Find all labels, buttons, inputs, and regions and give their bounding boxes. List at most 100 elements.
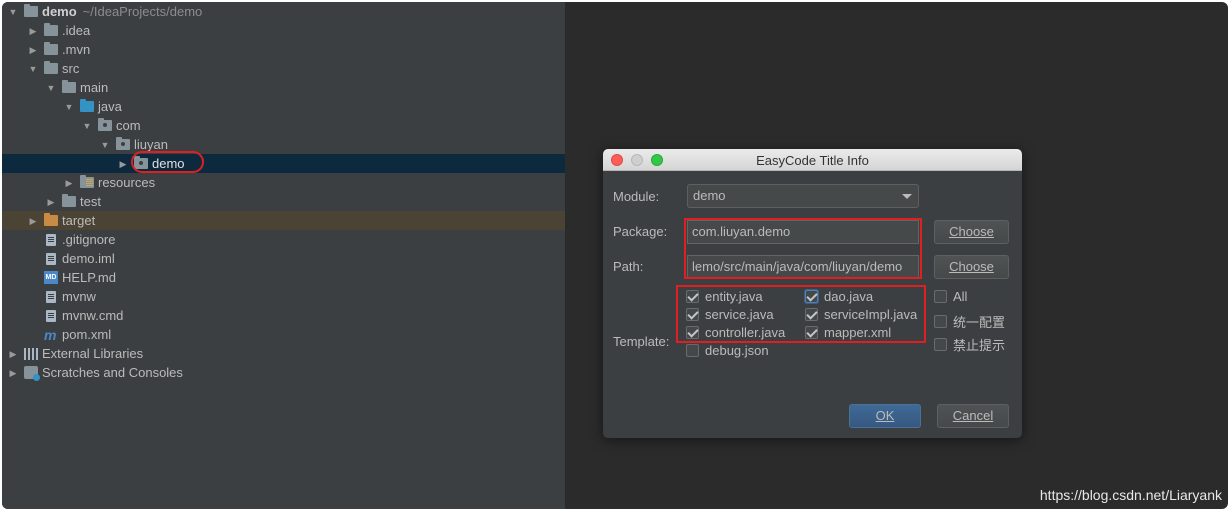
option-checkbox-unified-config[interactable]: 统一配置 xyxy=(934,312,1005,331)
ide-window: ▼ demo ~/IdeaProjects/demo ▶ .idea ▶ .mv… xyxy=(2,2,1228,509)
tree-row-demo-iml[interactable]: demo.iml xyxy=(2,249,565,268)
annotation-box-templates xyxy=(676,285,926,343)
tree-row-idea[interactable]: ▶ .idea xyxy=(2,21,565,40)
tree-row-external-libraries[interactable]: ▶ External Libraries xyxy=(2,344,565,363)
chevron-right-icon[interactable]: ▶ xyxy=(28,26,38,36)
checkbox-unchecked-icon xyxy=(934,338,947,351)
scratches-icon xyxy=(24,366,40,381)
source-folder-icon xyxy=(80,99,94,112)
tree-row-scratches[interactable]: ▶ Scratches and Consoles xyxy=(2,363,565,382)
tree-item-label: main xyxy=(80,80,109,95)
chevron-down-icon[interactable]: ▼ xyxy=(100,140,110,150)
option-checkbox-all[interactable]: All xyxy=(934,289,967,304)
chevron-down-icon[interactable]: ▼ xyxy=(46,83,56,93)
tree-row-mvnw[interactable]: mvnw xyxy=(2,287,565,306)
tree-item-label: liuyan xyxy=(134,137,168,152)
watermark-text: https://blog.csdn.net/Liaryank xyxy=(1039,487,1222,503)
chevron-right-icon[interactable]: ▶ xyxy=(8,368,18,378)
tree-item-label: mvnw.cmd xyxy=(62,308,124,323)
path-choose-button[interactable]: Choose xyxy=(934,255,1009,279)
checkbox-unchecked-icon xyxy=(686,344,699,357)
chevron-right-icon[interactable]: ▶ xyxy=(28,216,38,226)
tree-item-label: .idea xyxy=(62,23,91,38)
tree-row-resources[interactable]: ▶ resources xyxy=(2,173,565,192)
template-checkbox-label: debug.json xyxy=(705,343,769,358)
tree-row-target[interactable]: ▶ target xyxy=(2,211,565,230)
tree-item-label: src xyxy=(62,61,80,76)
package-label: Package: xyxy=(613,224,668,239)
chevron-down-icon[interactable]: ▼ xyxy=(82,121,92,131)
module-label: Module: xyxy=(613,189,660,204)
chevron-down-icon[interactable]: ▼ xyxy=(8,7,18,17)
excluded-folder-icon xyxy=(44,213,58,226)
path-label: Path: xyxy=(613,259,644,274)
tree-row-test[interactable]: ▶ test xyxy=(2,192,565,211)
template-checkbox-debug[interactable]: debug.json xyxy=(686,343,769,358)
tree-row-main[interactable]: ▼ main xyxy=(2,78,565,97)
tree-row-demo-package[interactable]: ▶ demo xyxy=(2,154,565,173)
chevron-right-icon[interactable]: ▶ xyxy=(64,178,74,188)
folder-icon xyxy=(62,80,76,93)
tree-item-label: pom.xml xyxy=(62,327,112,342)
tree-item-label: com xyxy=(116,118,141,133)
dialog-title: EasyCode Title Info xyxy=(756,153,869,168)
file-icon xyxy=(46,309,56,322)
folder-icon xyxy=(44,23,58,36)
template-label: Template: xyxy=(613,334,670,349)
annotation-box-package-path xyxy=(684,218,922,279)
tree-row-pom-xml[interactable]: m pom.xml xyxy=(2,325,565,344)
resources-folder-icon xyxy=(80,175,94,188)
tree-item-label: test xyxy=(80,194,101,209)
chevron-right-icon[interactable]: ▶ xyxy=(46,197,56,207)
tree-row-root[interactable]: ▼ demo ~/IdeaProjects/demo xyxy=(2,2,565,21)
option-checkbox-label: 禁止提示 xyxy=(953,338,1006,353)
tree-item-label: Scratches and Consoles xyxy=(42,365,183,380)
option-checkbox-label: 统一配置 xyxy=(953,315,1006,330)
package-choose-button[interactable]: Choose xyxy=(934,220,1009,244)
markdown-file-icon: MD xyxy=(44,271,58,284)
tree-root-label: demo xyxy=(42,4,77,19)
chevron-right-icon[interactable]: ▶ xyxy=(118,159,128,169)
tree-row-mvnw-cmd[interactable]: mvnw.cmd xyxy=(2,306,565,325)
maven-file-icon: m xyxy=(44,326,57,343)
tree-item-label: resources xyxy=(98,175,156,190)
tree-row-java[interactable]: ▼ java xyxy=(2,97,565,116)
ok-button[interactable]: OK xyxy=(849,404,921,428)
folder-icon xyxy=(44,42,58,55)
dialog-titlebar[interactable]: EasyCode Title Info xyxy=(603,149,1022,171)
folder-icon xyxy=(44,61,58,74)
option-checkbox-label: All xyxy=(953,289,968,304)
tree-row-help-md[interactable]: MD HELP.md xyxy=(2,268,565,287)
tree-item-label: HELP.md xyxy=(62,270,116,285)
chevron-down-icon xyxy=(902,194,912,199)
folder-icon xyxy=(62,194,76,207)
checkbox-unchecked-icon xyxy=(934,315,947,328)
tree-item-label: target xyxy=(62,213,96,228)
chevron-right-icon[interactable]: ▶ xyxy=(28,45,38,55)
chevron-down-icon[interactable]: ▼ xyxy=(64,102,74,112)
chevron-right-icon[interactable]: ▶ xyxy=(8,349,18,359)
tree-row-gitignore[interactable]: .gitignore xyxy=(2,230,565,249)
file-icon xyxy=(46,233,56,246)
package-icon xyxy=(116,137,130,150)
project-tree: ▼ demo ~/IdeaProjects/demo ▶ .idea ▶ .mv… xyxy=(2,2,565,509)
checkbox-unchecked-icon xyxy=(934,290,947,303)
module-select[interactable]: demo xyxy=(687,184,919,208)
file-icon xyxy=(46,290,56,303)
tree-item-label: External Libraries xyxy=(42,346,144,361)
tree-item-label: java xyxy=(98,99,122,114)
tree-row-src[interactable]: ▼ src xyxy=(2,59,565,78)
iml-file-icon xyxy=(46,252,56,265)
option-checkbox-disable-prompt[interactable]: 禁止提示 xyxy=(934,335,1005,354)
chevron-down-icon[interactable]: ▼ xyxy=(28,64,38,74)
tree-row-mvn[interactable]: ▶ .mvn xyxy=(2,40,565,59)
tree-item-label: demo.iml xyxy=(62,251,115,266)
module-select-value: demo xyxy=(693,188,726,203)
cancel-button[interactable]: Cancel xyxy=(937,404,1009,428)
tree-row-com[interactable]: ▼ com xyxy=(2,116,565,135)
tree-item-label: mvnw xyxy=(62,289,96,304)
tree-item-label: .mvn xyxy=(62,42,91,57)
tree-row-liuyan[interactable]: ▼ liuyan xyxy=(2,135,565,154)
library-icon xyxy=(24,347,38,360)
tree-item-label: .gitignore xyxy=(62,232,116,247)
